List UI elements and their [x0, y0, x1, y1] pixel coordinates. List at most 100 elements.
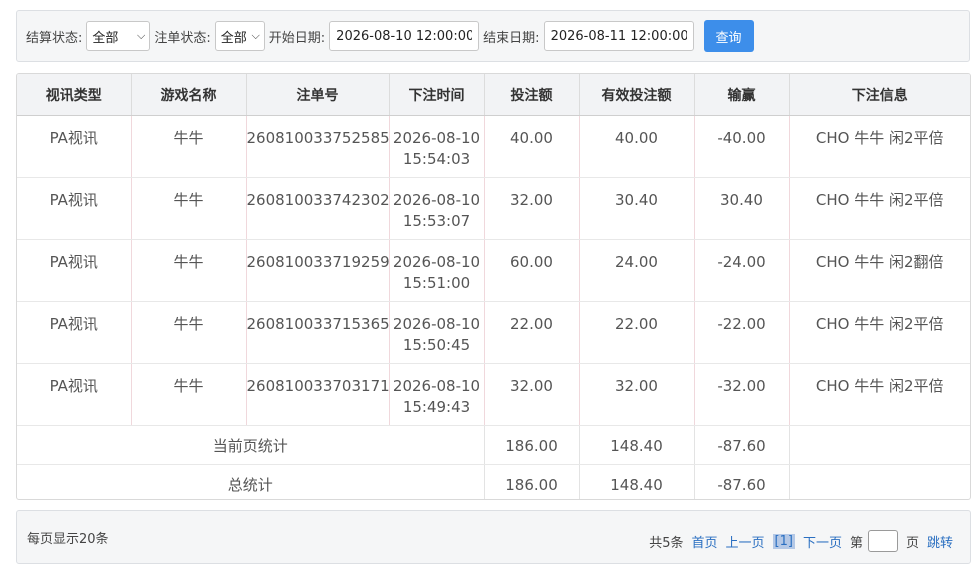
- cell-bet-time: 2026-08-10 15:53:07: [389, 177, 485, 240]
- cell-bet-time: 2026-08-10 15:54:03: [389, 115, 485, 178]
- cell-bet-info: CHO 牛牛 闲2平倍: [789, 363, 970, 426]
- prev-page-link[interactable]: 上一页: [726, 532, 765, 551]
- grand-total-row: 总统计 186.00 148.40 -87.60: [17, 464, 970, 500]
- cell-video-type: PA视讯: [17, 301, 132, 364]
- jump-link[interactable]: 跳转: [927, 532, 953, 551]
- query-button[interactable]: 查询: [703, 20, 754, 52]
- grand-total-amount: 186.00: [484, 464, 580, 499]
- table-row: PA视讯 牛牛 260810033719259 2026-08-10 15:51:…: [17, 239, 970, 302]
- cell-bet-number: 260810033742302: [246, 177, 390, 240]
- bet-status-value: 全部: [220, 30, 247, 46]
- cell-win-loss: 30.40: [694, 177, 790, 240]
- filter-bar: 结算状态: 全部 ⌵ 注单状态: 全部 ⌵ 开始日期: 结束日期: 查询: [16, 10, 970, 62]
- bet-date: 2026-08-10: [392, 129, 481, 147]
- cell-bet-amount: 22.00: [484, 301, 580, 364]
- bet-clock: 15:51:00: [402, 274, 471, 292]
- cell-bet-info: CHO 牛牛 闲2平倍: [789, 115, 970, 178]
- page-total-win: -87.60: [694, 425, 790, 465]
- cell-bet-info: CHO 牛牛 闲2平倍: [789, 301, 970, 364]
- cell-video-type: PA视讯: [17, 239, 132, 302]
- current-page[interactable]: [1]: [772, 533, 795, 549]
- page-total-amount: 186.00: [484, 425, 580, 465]
- cell-valid-amount: 24.00: [579, 239, 695, 302]
- bet-clock: 15:49:43: [402, 398, 471, 416]
- end-date-input[interactable]: [543, 21, 694, 51]
- cell-win-loss: -22.00: [694, 301, 790, 364]
- bet-date: 2026-08-10: [392, 377, 481, 395]
- cell-valid-amount: 22.00: [579, 301, 695, 364]
- cell-game-name: 牛牛: [131, 239, 247, 302]
- cell-bet-time: 2026-08-10 15:49:43: [389, 363, 485, 426]
- pagination-nav: 共5条 首页 上一页 [1] 下一页 第 页 跳转: [641, 530, 953, 552]
- cell-bet-number: 260810033715365: [246, 301, 390, 364]
- table-row: PA视讯 牛牛 260810033715365 2026-08-10 15:50:…: [17, 301, 970, 364]
- cell-game-name: 牛牛: [131, 301, 247, 364]
- bet-status-label: 注单状态:: [154, 30, 211, 46]
- header-valid-amount: 有效投注额: [579, 74, 695, 116]
- cell-bet-amount: 40.00: [484, 115, 580, 178]
- chevron-down-icon: ⌵: [251, 29, 260, 42]
- cell-bet-time: 2026-08-10 15:50:45: [389, 301, 485, 364]
- cell-bet-amount: 60.00: [484, 239, 580, 302]
- page-prefix: 第: [849, 535, 863, 551]
- settle-status-label: 结算状态:: [26, 30, 83, 46]
- end-date-label: 结束日期:: [483, 30, 540, 46]
- start-date-label: 开始日期:: [268, 30, 326, 46]
- per-page-text: 每页显示20条: [27, 532, 109, 547]
- cell-win-loss: -32.00: [694, 363, 790, 426]
- chevron-down-icon: ⌵: [137, 29, 146, 42]
- cell-bet-number: 260810033719259: [246, 239, 390, 302]
- cell-video-type: PA视讯: [17, 115, 132, 178]
- bet-clock: 15:50:45: [402, 336, 471, 354]
- table-row: PA视讯 牛牛 260810033752585 2026-08-10 15:54:…: [17, 115, 970, 178]
- cell-bet-time: 2026-08-10 15:51:00: [389, 239, 485, 302]
- page-total-empty: [789, 425, 970, 465]
- cell-game-name: 牛牛: [131, 115, 247, 178]
- bet-date: 2026-08-10: [392, 253, 481, 271]
- cell-bet-amount: 32.00: [484, 177, 580, 240]
- header-bet-info: 下注信息: [789, 74, 970, 116]
- start-date-input[interactable]: [329, 21, 480, 51]
- pagination-bar: 每页显示20条 共5条 首页 上一页 [1] 下一页 第 页 跳转: [16, 510, 971, 564]
- grand-total-label: 总统计: [17, 464, 485, 499]
- header-bet-number: 注单号: [246, 74, 390, 116]
- cell-bet-info: CHO 牛牛 闲2平倍: [789, 177, 970, 240]
- total-count: 共5条: [649, 535, 684, 551]
- settle-status-value: 全部: [92, 30, 119, 46]
- table-row: PA视讯 牛牛 260810033742302 2026-08-10 15:53:…: [17, 177, 970, 240]
- cell-valid-amount: 32.00: [579, 363, 695, 426]
- page-suffix: 页: [905, 535, 919, 551]
- cell-bet-number: 260810033703171: [246, 363, 390, 426]
- cell-bet-info: CHO 牛牛 闲2翻倍: [789, 239, 970, 302]
- bet-clock: 15:54:03: [402, 150, 471, 168]
- bet-status-select[interactable]: 全部 ⌵: [214, 21, 265, 51]
- page-number-input[interactable]: [867, 530, 898, 552]
- cell-bet-number: 260810033752585: [246, 115, 390, 178]
- cell-video-type: PA视讯: [17, 177, 132, 240]
- table-header-row: 视讯类型 游戏名称 注单号 下注时间 投注额 有效投注额 输赢 下注信息: [17, 74, 970, 116]
- cell-game-name: 牛牛: [131, 363, 247, 426]
- cell-bet-amount: 32.00: [484, 363, 580, 426]
- bet-records-table: 视讯类型 游戏名称 注单号 下注时间 投注额 有效投注额 输赢 下注信息 PA视…: [16, 73, 971, 500]
- first-page-link[interactable]: 首页: [691, 532, 717, 551]
- header-win-loss: 输赢: [694, 74, 790, 116]
- bet-date: 2026-08-10: [392, 315, 481, 333]
- next-page-link[interactable]: 下一页: [803, 532, 842, 551]
- header-video-type: 视讯类型: [17, 74, 132, 116]
- settle-status-select[interactable]: 全部 ⌵: [86, 21, 151, 51]
- header-game-name: 游戏名称: [131, 74, 247, 116]
- page-total-label: 当前页统计: [17, 425, 485, 465]
- cell-win-loss: -24.00: [694, 239, 790, 302]
- cell-game-name: 牛牛: [131, 177, 247, 240]
- cell-win-loss: -40.00: [694, 115, 790, 178]
- table-row: PA视讯 牛牛 260810033703171 2026-08-10 15:49:…: [17, 363, 970, 426]
- header-bet-time: 下注时间: [389, 74, 485, 116]
- cell-valid-amount: 40.00: [579, 115, 695, 178]
- header-bet-amount: 投注额: [484, 74, 580, 116]
- grand-total-valid: 148.40: [579, 464, 695, 499]
- grand-total-empty: [789, 465, 970, 500]
- page-total-valid: 148.40: [579, 425, 695, 465]
- bet-date: 2026-08-10: [392, 191, 481, 209]
- cell-video-type: PA视讯: [17, 363, 132, 426]
- cell-valid-amount: 30.40: [579, 177, 695, 240]
